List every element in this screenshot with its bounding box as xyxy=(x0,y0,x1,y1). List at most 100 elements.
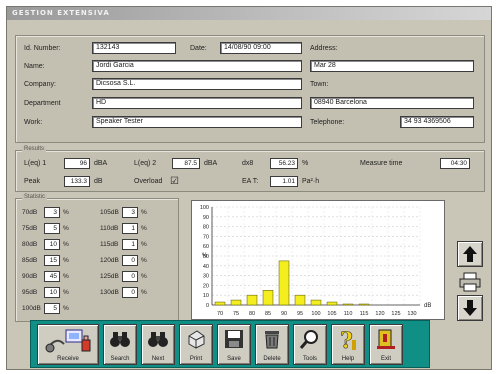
peak-unit: dB xyxy=(94,178,103,185)
next-button[interactable]: Next xyxy=(141,324,175,365)
tools-button[interactable]: Tools xyxy=(293,324,327,365)
y-tick-label: 30 xyxy=(203,274,209,280)
stat-label-115db: 115dB xyxy=(100,241,119,248)
ea-field[interactable]: 1.01 xyxy=(270,176,298,187)
stat-unit: % xyxy=(63,209,69,216)
leq2-field[interactable]: 87.5 xyxy=(172,158,200,169)
id-number-field[interactable]: 132143 xyxy=(92,42,176,54)
stat-field-75db[interactable]: 5 xyxy=(44,223,60,234)
stat-field-85db[interactable]: 15 xyxy=(44,255,60,266)
x-tick-label: 95 xyxy=(297,311,303,317)
stat-label-70db: 70dB xyxy=(22,209,38,216)
stat-unit: % xyxy=(63,305,69,312)
overload-label: Overload xyxy=(134,178,163,185)
binoculars-icon xyxy=(110,332,130,347)
dose-unit: % xyxy=(302,160,309,167)
dose-field[interactable]: 56.23 xyxy=(270,158,298,169)
stat-field-130db[interactable]: 0 xyxy=(122,287,138,298)
bar-85db xyxy=(262,290,274,306)
name-field[interactable]: Jordi Garcia xyxy=(92,60,302,72)
help-button[interactable]: ? Help xyxy=(331,324,365,365)
stat-field-115db[interactable]: 1 xyxy=(122,239,138,250)
bar-80db xyxy=(246,294,258,306)
company-field[interactable]: Dicsosa S.L. xyxy=(92,78,302,90)
stat-field-125db[interactable]: 0 xyxy=(122,271,138,282)
leq1-field[interactable]: 96 xyxy=(64,158,90,169)
peak-field[interactable]: 133.3 xyxy=(64,176,90,187)
stat-unit: % xyxy=(63,289,69,296)
telephone-field[interactable]: 34 93 4369506 xyxy=(400,116,474,128)
print-label: Print xyxy=(189,356,203,362)
measure-time-label: Measure time xyxy=(360,160,403,167)
receive-icon xyxy=(45,329,91,353)
results-group-label: Results xyxy=(22,146,47,152)
stat-field-95db[interactable]: 10 xyxy=(44,287,60,298)
stat-field-110db[interactable]: 1 xyxy=(122,223,138,234)
print-icon xyxy=(188,330,205,349)
scroll-down-button[interactable] xyxy=(457,295,483,321)
bar-105db xyxy=(326,301,338,306)
receive-label: Receive xyxy=(57,356,79,362)
search-button[interactable]: Search xyxy=(103,324,137,365)
date-label: Date: xyxy=(190,45,207,52)
x-tick-label: 80 xyxy=(249,311,255,317)
y-tick-label: 80 xyxy=(203,225,209,231)
date-field[interactable]: 14/08/90 09:00 xyxy=(220,42,302,54)
department-field[interactable]: HD xyxy=(92,97,302,109)
print-button[interactable]: Print xyxy=(179,324,213,365)
search-label: Search xyxy=(110,356,130,362)
title-bar: GESTION EXTENSIVA xyxy=(7,7,491,20)
x-tick-label: 75 xyxy=(233,311,239,317)
dose-label: dx8 xyxy=(242,160,254,167)
x-tick-label: 100 xyxy=(311,311,320,317)
help-label: Help xyxy=(341,356,355,362)
exit-door-icon xyxy=(377,329,395,349)
bar-75db xyxy=(230,299,242,306)
stat-unit: % xyxy=(63,225,69,232)
address-field[interactable]: Mar 28 xyxy=(310,60,474,72)
bar-95db xyxy=(294,294,306,306)
town-label: Town: xyxy=(310,81,329,88)
print-preview-button[interactable] xyxy=(457,269,483,295)
x-tick-label: 90 xyxy=(281,311,287,317)
overload-checkbox[interactable]: ☑ xyxy=(170,176,179,187)
stat-field-105db[interactable]: 3 xyxy=(122,207,138,218)
town-field[interactable]: 08940 Barcelona xyxy=(310,97,474,109)
work-field[interactable]: Speaker Tester xyxy=(92,116,302,128)
x-axis-label: dB xyxy=(424,303,431,309)
stat-label-120db: 120dB xyxy=(100,257,119,264)
receive-button[interactable]: Receive xyxy=(37,324,99,365)
bar-100db xyxy=(310,299,322,306)
bar-70db xyxy=(214,301,226,306)
stat-field-100db[interactable]: 5 xyxy=(44,303,60,314)
exit-button[interactable]: Exit xyxy=(369,324,403,365)
binoculars-next-icon xyxy=(148,332,168,347)
peak-label: Peak xyxy=(24,178,40,185)
y-tick-label: 60 xyxy=(203,244,209,250)
delete-button[interactable]: Delete xyxy=(255,324,289,365)
histogram-chart: 0 10 20 30 40 50 60 70 80 90 100% dB 70 75 80 85 90 95 100… xyxy=(191,200,445,320)
company-label: Company: xyxy=(24,81,56,88)
x-tick-label: 130 xyxy=(407,311,416,317)
scroll-up-button[interactable] xyxy=(457,241,483,267)
next-label: Next xyxy=(151,356,165,362)
measure-time-field[interactable]: 04:30 xyxy=(440,158,470,169)
results-panel: Results L(eq) 1 96 dBA L(eq) 2 87.5 dBA … xyxy=(15,146,485,192)
stat-field-120db[interactable]: 0 xyxy=(122,255,138,266)
stat-field-80db[interactable]: 10 xyxy=(44,239,60,250)
bar-90db xyxy=(278,260,290,306)
bar-115db xyxy=(358,303,370,306)
stat-field-70db[interactable]: 3 xyxy=(44,207,60,218)
save-button[interactable]: Save xyxy=(217,324,251,365)
bar-110db xyxy=(342,303,354,306)
stat-field-90db[interactable]: 45 xyxy=(44,271,60,282)
id-number-label: Id. Number: xyxy=(24,45,61,52)
printer-icon xyxy=(459,272,481,292)
y-tick-label: 70 xyxy=(203,234,209,240)
up-arrow-icon xyxy=(463,246,477,262)
histogram-svg: 0102030405060708090100%dB70 75 80 85 90 95 100… xyxy=(200,205,432,317)
stat-label-90db: 90dB xyxy=(22,273,38,280)
y-tick-label: 90 xyxy=(203,215,209,221)
y-tick-label: 10 xyxy=(203,293,209,299)
stat-label-95db: 95dB xyxy=(22,289,38,296)
